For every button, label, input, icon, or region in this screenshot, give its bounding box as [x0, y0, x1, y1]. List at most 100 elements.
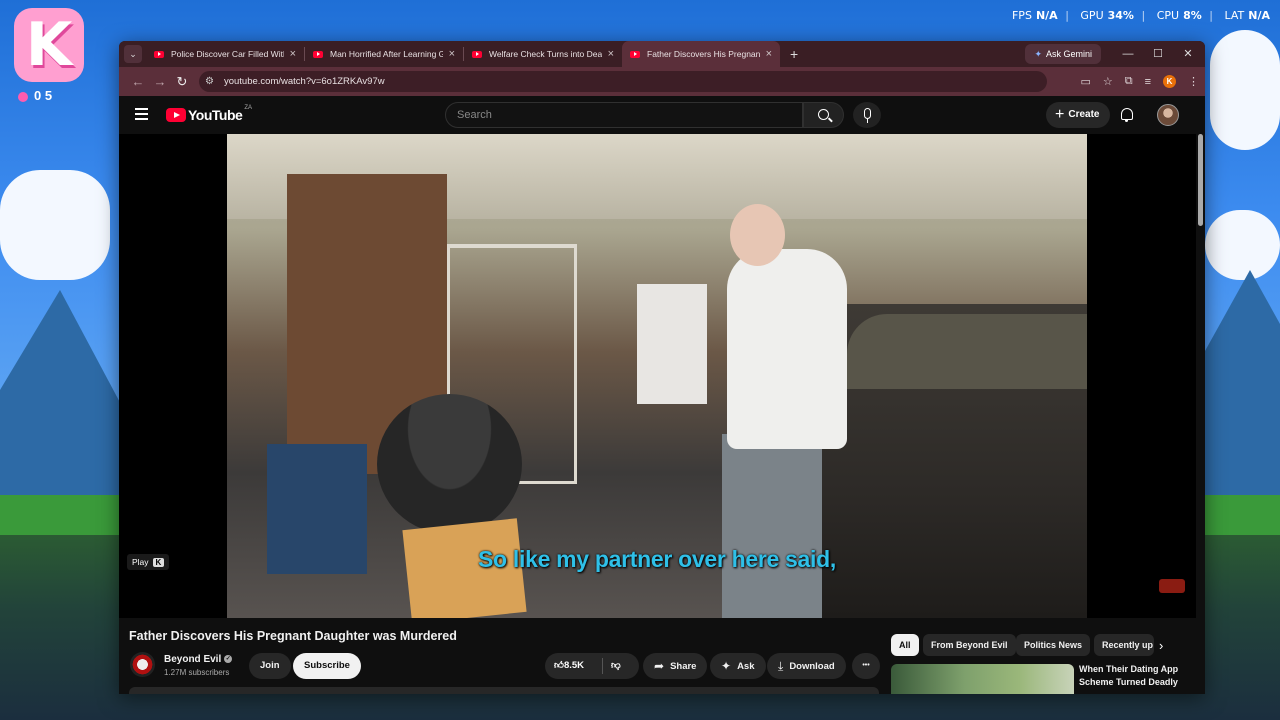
menu-hamburger-icon[interactable] [135, 108, 148, 123]
youtube-header: YouTube ZA Search + Create [119, 96, 1205, 134]
play-tooltip: Play K [127, 554, 170, 570]
channel-avatar[interactable] [130, 652, 155, 677]
page-scrollbar[interactable] [1197, 134, 1204, 689]
new-tab-button[interactable]: + [790, 46, 798, 62]
youtube-favicon-icon [313, 50, 323, 58]
like-dislike-group: 👍︎8.5K 👎︎ [545, 653, 639, 679]
chip-from-beyond-evil[interactable]: From Beyond Evil [923, 634, 1016, 656]
country-code: ZA [244, 105, 252, 111]
account-avatar[interactable] [1157, 104, 1179, 126]
browser-window: ⌄ Police Discover Car Filled With × Man … [119, 41, 1205, 694]
reload-icon[interactable]: ↻ [171, 74, 193, 90]
tab-close-icon[interactable]: × [449, 48, 455, 60]
search-button[interactable] [803, 102, 844, 128]
tab-title: Father Discovers His Pregnant D [647, 49, 760, 59]
video-player[interactable]: So like my partner over here said, Play K [119, 134, 1196, 618]
thumbs-down-icon: 👎︎ [611, 660, 621, 671]
site-info-icon[interactable]: ⚙ [205, 76, 214, 87]
create-button[interactable]: + Create [1046, 102, 1111, 128]
tab-welfare-check[interactable]: Welfare Check Turns into Dead × [464, 41, 622, 67]
tab-close-icon[interactable]: × [608, 48, 614, 60]
tab-close-icon[interactable]: × [766, 48, 772, 60]
app-logo[interactable]: K [14, 8, 84, 82]
notifications-bell-icon[interactable] [1121, 108, 1133, 122]
cast-icon[interactable]: ▭ [1080, 75, 1090, 88]
dislike-button[interactable]: 👎︎ [611, 653, 621, 679]
like-divider [602, 658, 603, 674]
address-bar: ← → ↻ ⚙ youtube.com/watch?v=6o1ZRKAv97w … [119, 67, 1205, 96]
scene-person-body [727, 249, 847, 449]
scene-fridge [637, 284, 707, 404]
scene-person-legs [722, 434, 822, 618]
description-box[interactable] [129, 687, 879, 694]
media-queue-icon[interactable]: ≡ [1145, 76, 1151, 88]
back-arrow-icon[interactable]: ← [127, 74, 149, 89]
voice-search-mic-icon[interactable] [853, 102, 881, 128]
ask-button[interactable]: ✦ Ask [710, 653, 766, 679]
tab-title: Man Horrified After Learning Gi [330, 49, 443, 59]
like-button[interactable]: 👍︎8.5K [554, 653, 584, 679]
gemini-icon: ✦ [1034, 49, 1042, 59]
verified-check-icon: ✓ [224, 655, 233, 664]
share-button[interactable]: ➦ Share [643, 653, 708, 679]
profile-avatar[interactable]: K [1163, 75, 1176, 88]
youtube-favicon-icon [472, 50, 482, 58]
tab-strip: ⌄ Police Discover Car Filled With × Man … [119, 41, 1205, 67]
bookmark-star-icon[interactable]: ☆ [1103, 75, 1113, 88]
video-caption: So like my partner over here said, [478, 546, 836, 572]
scene-car-windshield [847, 314, 1087, 389]
sparkle-icon: ✦ [721, 659, 732, 673]
forward-arrow-icon[interactable]: → [149, 74, 171, 89]
tab-title: Police Discover Car Filled With [171, 49, 284, 59]
maximize-icon[interactable]: ☐ [1143, 41, 1173, 67]
tab-title: Welfare Check Turns into Dead [489, 49, 602, 59]
cpu-label: CPU [1156, 9, 1180, 22]
performance-overlay: FPS N/A | GPU 34% | CPU 8% | LAT N/A [1011, 9, 1270, 22]
url-text: youtube.com/watch?v=6o1ZRKAv97w [223, 76, 385, 87]
close-window-icon[interactable]: ✕ [1173, 41, 1203, 67]
logo-counter: 0 5 [18, 88, 52, 103]
toolbar-icons: ▭ ☆ ⧉ ≡ K ⋮ [1080, 67, 1199, 96]
fps-value: N/A [1035, 9, 1058, 22]
tab-search-button[interactable]: ⌄ [124, 45, 142, 63]
fps-label: FPS [1011, 9, 1032, 22]
tab-police-discover[interactable]: Police Discover Car Filled With × [146, 41, 304, 67]
join-button[interactable]: Join [249, 653, 291, 679]
background-cloud [1210, 30, 1280, 150]
tab-close-icon[interactable]: × [290, 48, 296, 60]
subscriber-count: 1.27M subscribers [164, 668, 230, 677]
scene-grill [377, 394, 522, 534]
scene-person-head [730, 204, 785, 266]
browser-menu-icon[interactable]: ⋮ [1188, 75, 1199, 88]
tab-father-discovers[interactable]: Father Discovers His Pregnant D × [622, 41, 780, 67]
youtube-play-icon [166, 108, 186, 122]
gpu-label: GPU [1080, 9, 1104, 22]
minimize-icon[interactable]: — [1113, 41, 1143, 67]
recommendation-thumbnail[interactable] [891, 664, 1074, 694]
download-button[interactable]: ⤓ Download [767, 653, 846, 679]
more-actions-button[interactable]: ••• [852, 653, 880, 679]
scrollbar-thumb[interactable] [1198, 134, 1203, 226]
background-cloud [1205, 210, 1280, 280]
video-frame[interactable]: So like my partner over here said, [227, 134, 1087, 618]
youtube-favicon-icon [630, 50, 640, 58]
channel-watermark-icon[interactable] [1159, 579, 1185, 593]
chip-politics-news[interactable]: Politics News [1016, 634, 1091, 656]
tab-man-horrified[interactable]: Man Horrified After Learning Gi × [305, 41, 463, 67]
search-input[interactable]: Search [445, 102, 803, 128]
ask-gemini-button[interactable]: ✦ Ask Gemini [1025, 44, 1101, 64]
search-icon [818, 109, 829, 120]
url-field[interactable]: ⚙ youtube.com/watch?v=6o1ZRKAv97w [199, 71, 1047, 92]
channel-name[interactable]: Beyond Evil ✓ [164, 654, 233, 665]
thumbs-up-icon: 👍︎ [554, 660, 564, 671]
chip-all[interactable]: All [891, 634, 919, 656]
extensions-icon[interactable]: ⧉ [1125, 75, 1133, 88]
chips-next-chevron-icon[interactable]: › [1159, 638, 1163, 653]
lat-value: N/A [1248, 9, 1270, 22]
youtube-logo[interactable]: YouTube ZA [166, 105, 252, 123]
share-arrow-icon: ➦ [654, 659, 665, 673]
recommendation-title[interactable]: When Their Dating App Scheme Turned Dead… [1079, 663, 1189, 689]
video-title: Father Discovers His Pregnant Daughter w… [129, 629, 457, 643]
subscribe-button[interactable]: Subscribe [293, 653, 361, 679]
chip-recently-uploaded[interactable]: Recently up [1094, 634, 1154, 656]
